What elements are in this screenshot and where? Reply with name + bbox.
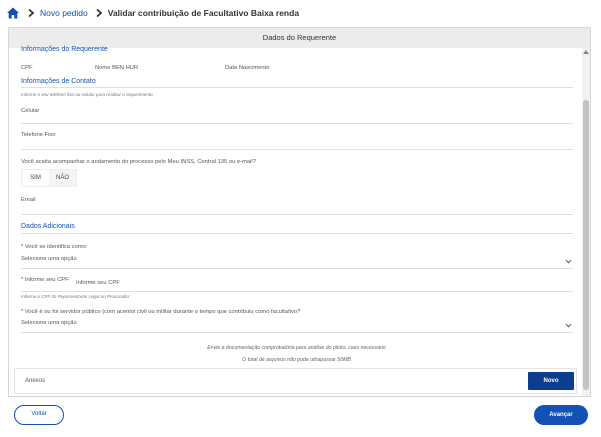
telefone-fixo-field[interactable]: Telefone Fixo — [21, 132, 573, 148]
section-title-dados-adicionais: Dados Adicionais — [21, 223, 75, 230]
section-title-requerente: Informações do Requerente — [21, 46, 108, 53]
servidor-select[interactable]: Selecione uma opção — [21, 320, 576, 332]
cpf-underline — [21, 291, 573, 292]
email-label: Email — [21, 197, 36, 203]
telefone-fixo-label: Telefone Fixo — [21, 132, 56, 138]
email-field[interactable]: Email — [21, 197, 573, 213]
celular-label: Celular — [21, 108, 40, 114]
identifica-label: * Você se identifica como: — [21, 244, 88, 250]
contato-hint: Informe o seu telefone fixo ou celular p… — [21, 92, 153, 97]
identifica-select-value: Selecione uma opção — [21, 256, 77, 262]
chevron-right-icon — [26, 8, 36, 18]
telefone-underline — [21, 149, 573, 150]
chevron-down-icon — [565, 258, 572, 265]
identifica-underline — [21, 268, 573, 269]
celular-field[interactable]: Celular — [21, 108, 573, 124]
form-panel: Dados do Requerente Informações do Reque… — [8, 27, 591, 397]
scrollbar[interactable] — [582, 48, 590, 396]
celular-underline — [21, 123, 573, 124]
breadcrumb-link-novo-pedido[interactable]: Novo pedido — [40, 8, 88, 18]
section-title-contato: Informações de Contato — [21, 78, 96, 85]
nome-label: Nome BEN HUR — [95, 65, 139, 71]
email-underline — [21, 214, 573, 215]
cpf-hint: Informe o CPF do Representante Legal ou … — [21, 294, 130, 299]
panel-header: Dados do Requerente — [9, 28, 590, 48]
scroll-up-arrow-icon[interactable] — [583, 50, 589, 54]
toggle-sim[interactable]: SIM — [22, 170, 49, 186]
acompanhamento-question: Você aceita acompanhar o andamento do pr… — [21, 159, 256, 165]
scroll-thumb[interactable] — [583, 100, 589, 390]
servidor-select-value: Selecione uma opção — [21, 320, 77, 326]
anexos-label: Anexos — [25, 378, 46, 384]
divider — [21, 233, 573, 234]
servidor-question: * Você é ou foi servidor público (com ac… — [21, 309, 301, 315]
chevron-right-icon — [94, 8, 104, 18]
sim-nao-toggle: SIM NÃO — [21, 169, 77, 187]
novo-button[interactable]: Novo — [528, 372, 574, 390]
avancar-button[interactable]: Avançar — [534, 405, 588, 425]
cpf-input-placeholder: Informe seu CPF — [76, 280, 120, 286]
informe-cpf-label: * Informe seu CPF — [21, 277, 69, 283]
cpf-label: CPF — [21, 65, 33, 71]
anexos-box: Anexos Novo — [14, 368, 577, 394]
anexos-info-1: Envie a documentação comprobatória para … — [207, 345, 386, 351]
home-icon[interactable] — [6, 6, 20, 20]
toggle-nao[interactable]: NÃO — [49, 170, 76, 186]
data-nascimento-label: Data Nascimento — [225, 65, 270, 71]
servidor-underline — [21, 332, 573, 333]
identifica-select[interactable]: Selecione uma opção — [21, 256, 576, 268]
anexos-info-2: O total de arquivos não pode ultrapassar… — [242, 357, 351, 363]
divider — [21, 87, 573, 88]
breadcrumb-current: Validar contribuição de Facultativo Baix… — [107, 8, 300, 18]
breadcrumb: Novo pedido Validar contribuição de Facu… — [0, 0, 601, 26]
chevron-down-icon — [565, 322, 572, 329]
voltar-button[interactable]: Voltar — [14, 405, 64, 425]
